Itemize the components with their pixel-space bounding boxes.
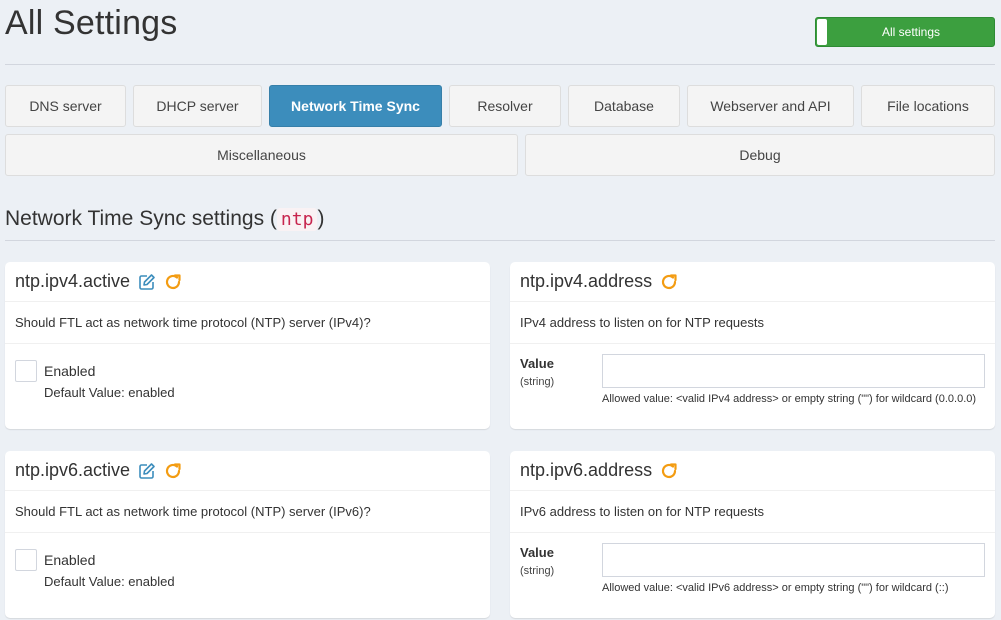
edit-icon[interactable]: [138, 273, 156, 291]
enabled-checkbox[interactable]: [15, 360, 37, 382]
card-body: Enabled Default Value: enabled: [5, 533, 490, 589]
card-description: IPv4 address to listen on for NTP reques…: [510, 302, 995, 344]
card-header: ntp.ipv4.address: [510, 262, 995, 302]
tab-network-time-sync[interactable]: Network Time Sync: [269, 85, 442, 127]
page-title: All Settings: [5, 4, 178, 42]
enabled-checkbox[interactable]: [15, 549, 37, 571]
tab-webserver-and-api[interactable]: Webserver and API: [687, 85, 854, 127]
value-type: (string): [520, 565, 555, 577]
card-description: Should FTL act as network time protocol …: [5, 302, 490, 344]
card-ntp-ipv4-address: ntp.ipv4.address IPv4 address to listen …: [510, 262, 995, 429]
section-divider: [5, 240, 995, 241]
card-title: ntp.ipv4.address: [520, 271, 653, 291]
card-header: ntp.ipv4.active: [5, 262, 490, 302]
default-value: Default Value: enabled: [44, 385, 175, 400]
edit-icon[interactable]: [138, 462, 156, 480]
default-value: Default Value: enabled: [44, 574, 175, 589]
card-header: ntp.ipv6.address: [510, 451, 995, 491]
all-settings-toggle[interactable]: All settings: [815, 17, 995, 47]
ipv4-address-input[interactable]: [602, 354, 985, 388]
card-title: ntp.ipv6.active: [15, 460, 131, 480]
card-description: IPv6 address to listen on for NTP reques…: [510, 491, 995, 533]
allowed-value-help: Allowed value: <valid IPv4 address> or e…: [602, 393, 977, 405]
reset-icon[interactable]: [660, 273, 678, 291]
tab-debug[interactable]: Debug: [525, 134, 995, 176]
section-title-prefix: Network Time Sync settings (: [5, 207, 277, 230]
section-title: Network Time Sync settings (ntp): [5, 207, 324, 231]
card-title: ntp.ipv4.active: [15, 271, 131, 291]
checkbox-label: Enabled: [44, 363, 96, 379]
card-body: Enabled Default Value: enabled: [5, 344, 490, 400]
value-label: Value: [520, 356, 554, 371]
card-ntp-ipv6-active: ntp.ipv6.active Should FTL act as networ…: [5, 451, 490, 618]
card-description: Should FTL act as network time protocol …: [5, 491, 490, 533]
tab-file-locations[interactable]: File locations: [861, 85, 995, 127]
tab-resolver[interactable]: Resolver: [449, 85, 561, 127]
tab-database[interactable]: Database: [568, 85, 680, 127]
card-title: ntp.ipv6.address: [520, 460, 653, 480]
section-title-suffix: ): [317, 207, 325, 230]
section-code: ntp: [276, 208, 318, 231]
tab-dhcp-server[interactable]: DHCP server: [133, 85, 262, 127]
ipv6-address-input[interactable]: [602, 543, 985, 577]
tab-miscellaneous[interactable]: Miscellaneous: [5, 134, 518, 176]
allowed-value-help: Allowed value: <valid IPv6 address> or e…: [602, 582, 949, 594]
toggle-label: All settings: [881, 25, 941, 39]
toggle-knob: [817, 19, 827, 45]
reset-icon[interactable]: [660, 462, 678, 480]
reset-icon[interactable]: [164, 462, 182, 480]
card-body: Value (string) Allowed value: <valid IPv…: [510, 344, 995, 405]
tab-dns-server[interactable]: DNS server: [5, 85, 126, 127]
card-header: ntp.ipv6.active: [5, 451, 490, 491]
card-ntp-ipv6-address: ntp.ipv6.address IPv6 address to listen …: [510, 451, 995, 618]
header-divider: [5, 64, 995, 65]
card-body: Value (string) Allowed value: <valid IPv…: [510, 533, 995, 594]
reset-icon[interactable]: [164, 273, 182, 291]
value-type: (string): [520, 376, 555, 388]
checkbox-label: Enabled: [44, 552, 96, 568]
value-label: Value: [520, 545, 554, 560]
card-ntp-ipv4-active: ntp.ipv4.active Should FTL act as networ…: [5, 262, 490, 429]
